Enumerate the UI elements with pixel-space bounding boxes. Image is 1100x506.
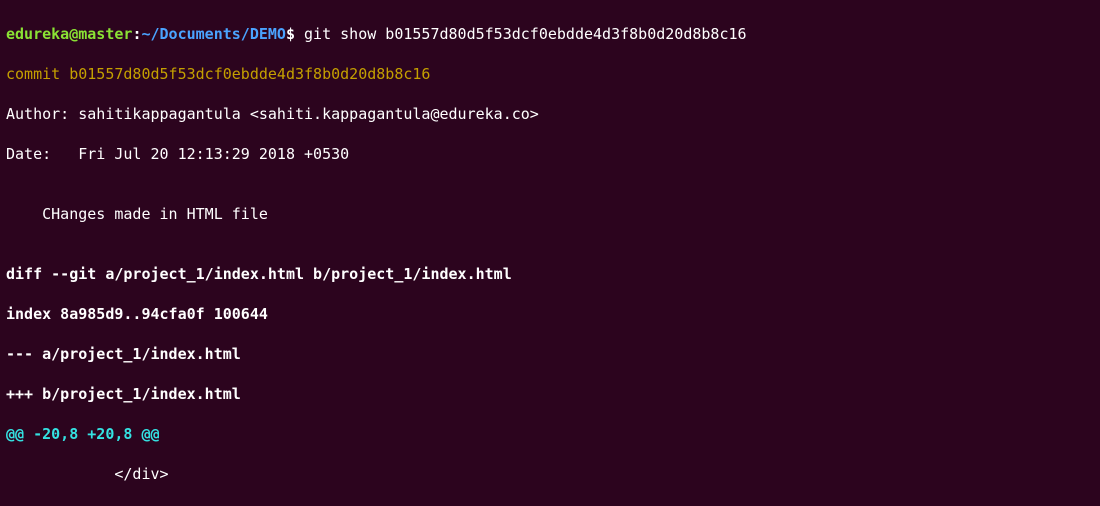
commit-line: commit b01557d80d5f53dcf0ebdde4d3f8b0d20… — [6, 64, 1094, 84]
hunk-header: @@ -20,8 +20,8 @@ — [6, 424, 1094, 444]
prompt-dollar: $ — [286, 25, 295, 43]
index-line: index 8a985d9..94cfa0f 100644 — [6, 304, 1094, 324]
diff-header: diff --git a/project_1/index.html b/proj… — [6, 264, 1094, 284]
hunk-at1: @@ — [6, 425, 33, 443]
context-line: </div> — [6, 464, 1094, 484]
terminal[interactable]: edureka@master:~/Documents/DEMO$ git sho… — [0, 0, 1100, 506]
prompt-line: edureka@master:~/Documents/DEMO$ git sho… — [6, 24, 1094, 44]
file-a: --- a/project_1/index.html — [6, 344, 1094, 364]
file-b: +++ b/project_1/index.html — [6, 384, 1094, 404]
date-line: Date: Fri Jul 20 12:13:29 2018 +0530 — [6, 144, 1094, 164]
commit-message: CHanges made in HTML file — [6, 204, 1094, 224]
hunk-at2: @@ — [132, 425, 159, 443]
command-text: git show b01557d80d5f53dcf0ebdde4d3f8b0d… — [295, 25, 747, 43]
hunk-range: -20,8 +20,8 — [33, 425, 132, 443]
prompt-path: ~/Documents/DEMO — [141, 25, 286, 43]
author-line: Author: sahitikappagantula <sahiti.kappa… — [6, 104, 1094, 124]
prompt-user-host: edureka@master — [6, 25, 132, 43]
